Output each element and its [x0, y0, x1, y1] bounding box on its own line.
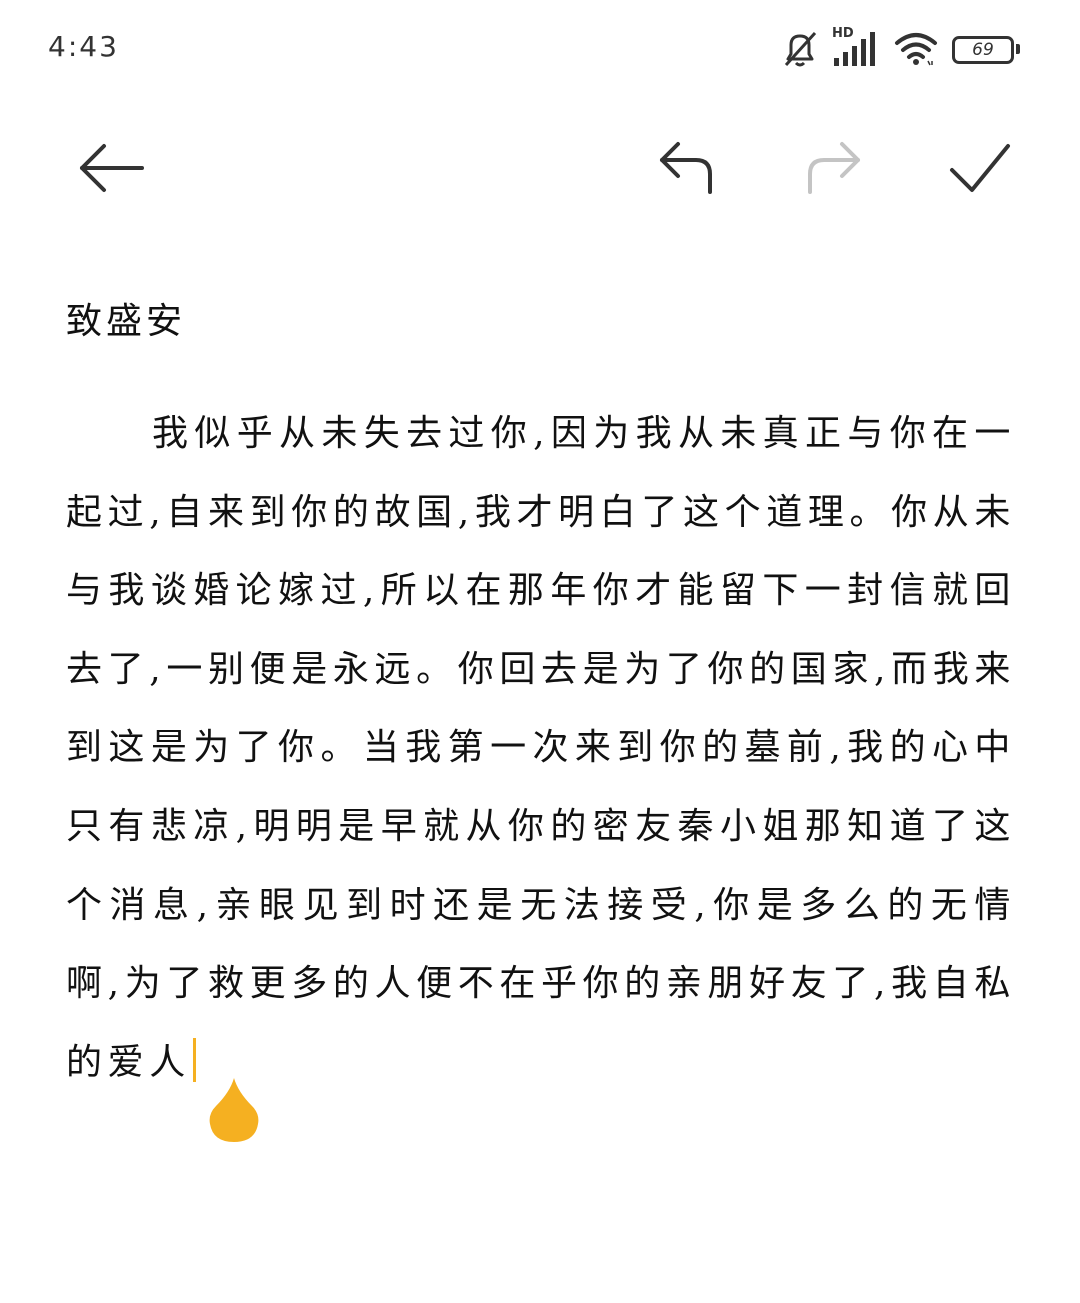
note-title[interactable]: 致盛安: [66, 282, 1016, 362]
undo-icon: [656, 140, 716, 200]
back-button[interactable]: [62, 120, 162, 220]
undo-button[interactable]: [636, 120, 736, 220]
text-cursor: [192, 1037, 196, 1082]
checkmark-icon: [948, 140, 1012, 200]
done-button[interactable]: [930, 120, 1030, 220]
status-bar: 4:43 HD 69: [0, 0, 1080, 100]
arrow-left-icon: [78, 143, 146, 197]
cursor-handle[interactable]: [208, 1078, 260, 1144]
redo-button[interactable]: [784, 120, 884, 220]
status-icons: HD 69: [782, 26, 1020, 72]
battery-icon: 69: [952, 34, 1020, 64]
signal-icon: HD: [832, 26, 880, 68]
note-body-text: 我似乎从未失去过你,因为我从未真正与你在一起过,自来到你的故国,我才明白了这个道…: [66, 413, 1016, 1083]
battery-level: 69: [972, 40, 994, 60]
note-editor[interactable]: 致盛安 我似乎从未失去过你,因为我从未真正与你在一起过,自来到你的故国,我才明白…: [66, 282, 1016, 1102]
wifi-icon: [894, 31, 938, 67]
redo-icon: [804, 140, 864, 200]
status-time: 4:43: [48, 30, 119, 63]
bell-muted-icon: [782, 30, 818, 68]
note-body[interactable]: 我似乎从未失去过你,因为我从未真正与你在一起过,自来到你的故国,我才明白了这个道…: [66, 395, 1016, 1102]
editor-toolbar: [0, 120, 1080, 220]
